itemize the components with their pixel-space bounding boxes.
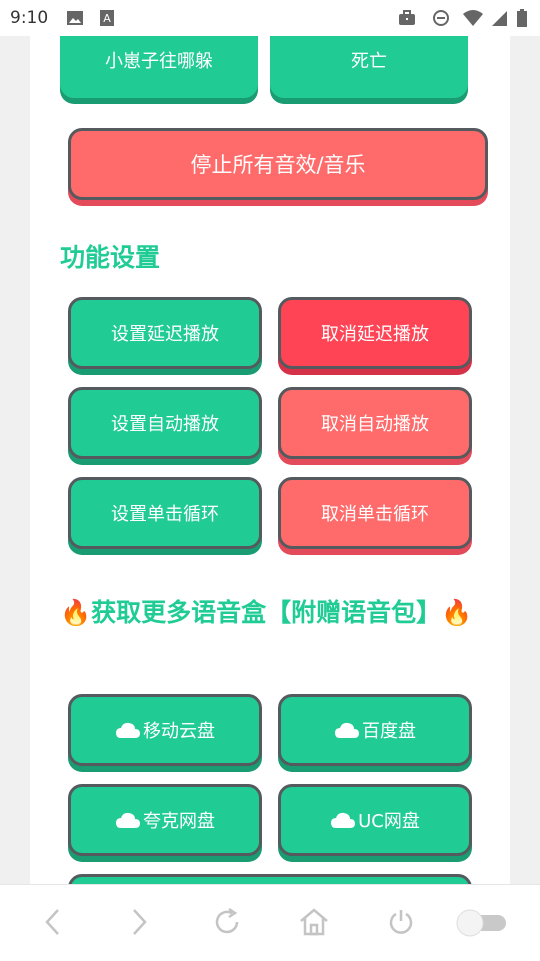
cloud-icon	[116, 812, 140, 828]
battery-icon	[517, 9, 527, 27]
signal-icon	[492, 11, 507, 26]
button-label: 死亡	[351, 51, 387, 72]
button-label: 设置单击循环	[111, 504, 219, 525]
button-label: 移动云盘	[143, 721, 215, 742]
set-auto-play-button[interactable]: 设置自动播放	[68, 387, 262, 459]
sound-button-xiaozaizi[interactable]: 小崽子往哪躲	[60, 36, 258, 98]
browser-bottom-bar	[0, 884, 540, 961]
cancel-delay-play-button[interactable]: 取消延迟播放	[278, 297, 472, 369]
status-bar: 9:10 A	[0, 0, 540, 36]
cloud-icon	[116, 722, 140, 738]
button-label: 停止所有音效/音乐	[190, 153, 366, 177]
button-label: 设置自动播放	[111, 414, 219, 435]
refresh-icon[interactable]	[212, 907, 242, 937]
baidu-pan-button[interactable]: 百度盘	[278, 694, 472, 766]
mobile-cloud-button[interactable]: 移动云盘	[68, 694, 262, 766]
briefcase-icon	[399, 10, 415, 25]
button-label: UC网盘	[358, 811, 420, 832]
set-click-loop-button[interactable]: 设置单击循环	[68, 477, 262, 549]
stop-all-sounds-button[interactable]: 停止所有音效/音乐	[68, 128, 488, 200]
toggle-switch[interactable]	[456, 909, 510, 937]
webview-content[interactable]: 小崽子往哪躲 死亡 停止所有音效/音乐 功能设置 设置延迟播放 取消延迟播放 设…	[30, 36, 510, 886]
section-title-settings: 功能设置	[60, 243, 161, 272]
button-label: 取消单击循环	[321, 504, 429, 525]
set-delay-play-button[interactable]: 设置延迟播放	[68, 297, 262, 369]
power-icon[interactable]	[386, 907, 416, 937]
section-title-get-more: 🔥获取更多语音盒【附赠语音包】🔥	[60, 598, 473, 627]
quark-pan-button[interactable]: 夸克网盘	[68, 784, 262, 856]
svg-text:A: A	[103, 12, 111, 25]
home-icon[interactable]	[298, 907, 330, 937]
do-not-disturb-icon	[433, 10, 449, 26]
cancel-click-loop-button[interactable]: 取消单击循环	[278, 477, 472, 549]
button-label: 设置延迟播放	[111, 324, 219, 345]
wifi-icon	[463, 10, 483, 26]
a-icon: A	[100, 10, 114, 26]
forward-icon[interactable]	[126, 907, 152, 937]
back-icon[interactable]	[40, 907, 66, 937]
button-label: 夸克网盘	[143, 811, 215, 832]
cloud-icon	[331, 812, 356, 828]
status-time: 9:10	[10, 8, 49, 28]
cancel-auto-play-button[interactable]: 取消自动播放	[278, 387, 472, 459]
button-label: 小崽子往哪躲	[105, 51, 213, 72]
button-label: 百度盘	[362, 721, 416, 742]
image-icon	[67, 11, 83, 25]
button-label: 取消自动播放	[321, 414, 429, 435]
button-label: 取消延迟播放	[321, 324, 429, 345]
uc-pan-button[interactable]: UC网盘	[278, 784, 472, 856]
cloud-icon	[335, 722, 359, 738]
sound-button-death[interactable]: 死亡	[270, 36, 468, 98]
